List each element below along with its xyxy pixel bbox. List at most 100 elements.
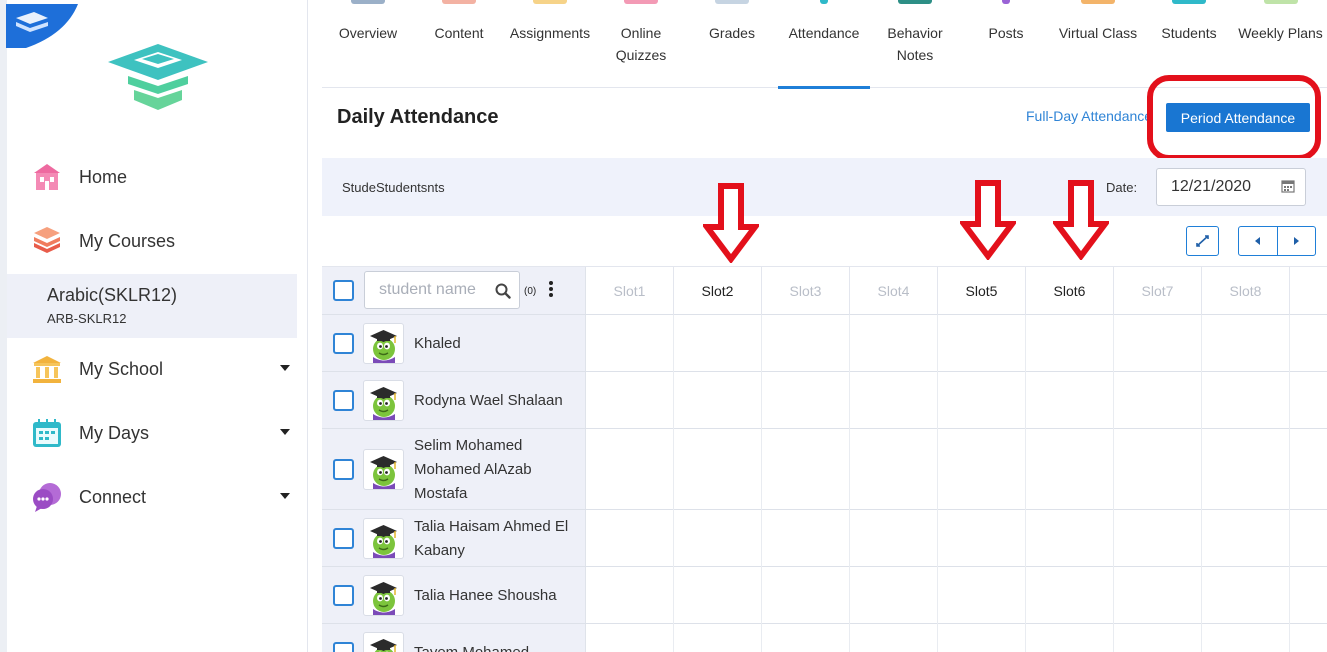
student-checkbox[interactable] — [333, 390, 354, 411]
student-name[interactable]: Khaled — [414, 332, 579, 356]
tab-label: Overview — [338, 25, 398, 41]
student-checkbox[interactable] — [333, 333, 354, 354]
tab-label: Posts — [988, 25, 1024, 41]
tab-label: Assignments — [509, 25, 591, 41]
sidebar-item-label: My School — [79, 358, 164, 379]
column-divider — [761, 315, 762, 652]
student-checkbox[interactable] — [333, 585, 354, 606]
student-row: Rodyna Wael Shalaan — [322, 372, 586, 429]
filter-bar: StudeStudentsnts Date: — [322, 158, 1327, 216]
overview-icon — [351, 0, 385, 4]
slot-header[interactable]: Slot6 — [1026, 267, 1114, 315]
app-logo — [108, 44, 208, 110]
course-code: ARB-SKLR12 — [47, 311, 127, 326]
next-slots-button[interactable] — [1276, 227, 1316, 255]
chat-icon — [30, 480, 64, 514]
student-name[interactable]: Talia Haisam Ahmed El Kabany — [414, 515, 579, 563]
sidebar: Home My Courses Arabic(SKLR12) ARB-SKLR1… — [0, 0, 308, 652]
slot-header[interactable]: Slot5 — [938, 267, 1026, 315]
tab-online-quizzes[interactable]: Online Quizzes — [596, 0, 686, 88]
sidebar-item-connect[interactable]: Connect — [30, 477, 300, 517]
student-name[interactable]: Rodyna Wael Shalaan — [414, 389, 579, 413]
attendance-icon — [820, 0, 828, 4]
attendance-grid: (0) Khaled Rodyna Wael Shalaan Selim Moham… — [322, 266, 1327, 652]
search-icon[interactable] — [495, 283, 511, 299]
student-checkbox[interactable] — [333, 528, 354, 549]
tab-label: Weekly Plans — [1238, 25, 1323, 41]
slot-pager — [1238, 226, 1316, 256]
sidebar-item-my-days[interactable]: My Days — [30, 413, 300, 453]
app-corner-logo[interactable] — [6, 4, 78, 48]
select-all-checkbox[interactable] — [333, 280, 354, 301]
school-icon — [30, 352, 64, 386]
student-avatar — [363, 575, 404, 616]
sidebar-item-home[interactable]: Home — [30, 157, 300, 197]
course-name: Arabic(SKLR12) — [47, 285, 178, 305]
tab-label: Virtual Class — [1058, 25, 1138, 41]
tab-overview[interactable]: Overview — [322, 0, 414, 88]
student-row: Talia Haisam Ahmed El Kabany — [322, 510, 586, 567]
slot-header: Slot4 — [850, 267, 938, 315]
behavior-icon — [898, 0, 932, 4]
sidebar-item-label: My Courses — [79, 230, 176, 251]
column-divider — [937, 315, 938, 652]
student-search — [364, 271, 520, 309]
student-checkbox[interactable] — [333, 459, 354, 480]
student-row: Tayem Mohamed — [322, 624, 586, 652]
calendar-icon[interactable] — [1281, 179, 1295, 193]
student-row: Selim Mohamed Mohamed AlAzab Mostafa — [322, 429, 586, 510]
more-options-icon[interactable] — [548, 281, 554, 299]
tab-grades[interactable]: Grades — [686, 0, 778, 88]
search-input[interactable] — [365, 272, 491, 308]
previous-slots-button[interactable] — [1239, 227, 1277, 255]
tab-behavior-notes[interactable]: Behavior Notes — [870, 0, 960, 88]
tab-assignments[interactable]: Assignments — [504, 0, 596, 88]
chevron-down-icon — [280, 429, 290, 435]
sidebar-item-label: Home — [79, 166, 128, 187]
student-row: Khaled — [322, 315, 586, 372]
column-divider — [1113, 315, 1114, 652]
sidebar-course-arabic[interactable]: Arabic(SKLR12) ARB-SKLR12 — [7, 274, 297, 338]
student-avatar — [363, 518, 404, 559]
slot-header: S — [1290, 267, 1327, 315]
chevron-down-icon — [280, 493, 290, 499]
student-name[interactable]: Talia Hanee Shousha — [414, 584, 579, 608]
slot-header: Slot1 — [586, 267, 674, 315]
calendar-icon — [30, 416, 64, 450]
column-divider — [1289, 315, 1290, 652]
student-name[interactable]: Tayem Mohamed — [414, 641, 579, 652]
tab-content[interactable]: Content — [414, 0, 504, 88]
tab-attendance[interactable]: Attendance — [778, 0, 870, 89]
grades-icon — [715, 0, 749, 4]
tab-weekly-plans[interactable]: Weekly Plans — [1234, 0, 1327, 88]
expand-icon — [1196, 235, 1209, 247]
assignments-icon — [533, 0, 567, 4]
expand-button[interactable] — [1186, 226, 1219, 256]
quizzes-icon — [624, 0, 658, 4]
student-name[interactable]: Selim Mohamed Mohamed AlAzab Mostafa — [414, 434, 579, 506]
student-checkbox[interactable] — [333, 642, 354, 652]
home-icon — [30, 160, 64, 194]
chevron-right-icon — [1293, 237, 1299, 245]
tab-label: Grades — [709, 25, 755, 41]
tab-students[interactable]: Students — [1144, 0, 1234, 88]
student-avatar — [363, 632, 404, 652]
sidebar-item-my-courses[interactable]: My Courses — [30, 221, 300, 261]
slot-header: Slot3 — [762, 267, 850, 315]
tab-virtual-class[interactable]: Virtual Class — [1052, 0, 1144, 88]
books-icon — [30, 224, 64, 258]
tab-posts[interactable]: Posts — [960, 0, 1052, 88]
slot-header[interactable]: Slot2 — [674, 267, 762, 315]
chevron-down-icon — [280, 365, 290, 371]
slot-header: Slot7 — [1114, 267, 1202, 315]
tab-label: Online Quizzes — [615, 25, 667, 63]
student-avatar — [363, 380, 404, 421]
active-tab-indicator — [778, 86, 870, 89]
students-icon — [1172, 0, 1206, 4]
column-divider — [849, 315, 850, 652]
full-day-attendance-link[interactable]: Full-Day Attendance — [1026, 108, 1152, 124]
period-attendance-button[interactable]: Period Attendance — [1166, 103, 1310, 132]
sidebar-item-my-school[interactable]: My School — [30, 349, 300, 389]
column-divider — [1025, 315, 1026, 652]
column-divider — [673, 315, 674, 652]
